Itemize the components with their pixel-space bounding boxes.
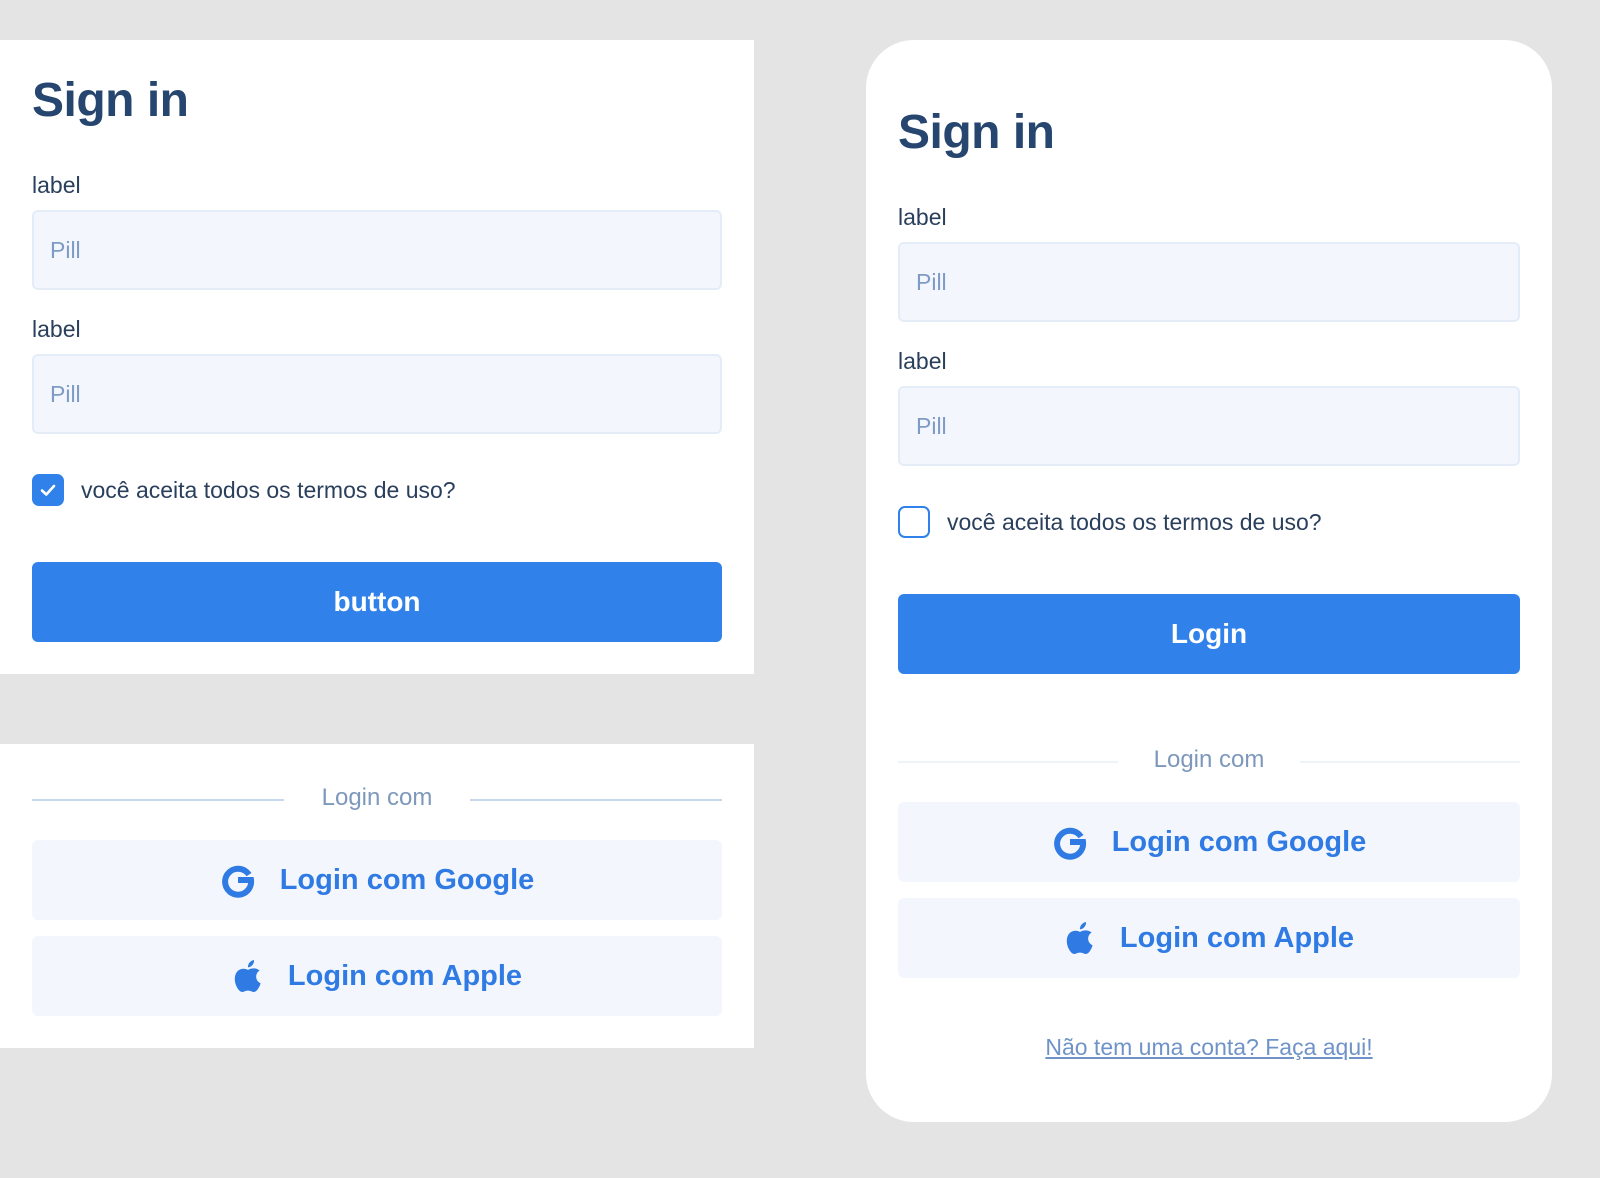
apple-login-button[interactable]: Login com Apple: [32, 936, 722, 1016]
right-signin-card: Sign in label label você aceita todos os…: [866, 40, 1552, 1122]
apple-icon: [1064, 921, 1096, 955]
checkmark-icon: [40, 484, 56, 496]
first-input[interactable]: [898, 242, 1520, 322]
field-label: label: [32, 172, 81, 198]
google-icon: [220, 862, 256, 898]
apple-login-label: Login com Apple: [1119, 921, 1355, 954]
login-button[interactable]: Login: [898, 594, 1520, 674]
terms-checkbox[interactable]: [32, 474, 64, 506]
login-divider: Login com: [32, 784, 722, 814]
terms-checkbox[interactable]: [898, 506, 930, 538]
field-label: label: [898, 204, 947, 230]
apple-login-label: Login com Apple: [287, 959, 523, 992]
terms-row: você aceita todos os termos de uso?: [32, 474, 456, 506]
terms-text: você aceita todos os termos de uso?: [81, 476, 456, 503]
google-login-button[interactable]: Login com Google: [32, 840, 722, 920]
terms-text: você aceita todos os termos de uso?: [947, 508, 1322, 535]
divider-text: Login com: [321, 784, 433, 811]
google-login-label: Login com Google: [279, 863, 535, 896]
google-icon: [1052, 824, 1088, 860]
divider-text: Login com: [1153, 746, 1265, 773]
first-input[interactable]: [32, 210, 722, 290]
left-social-panel: Login com Login com Google Login com App…: [0, 744, 754, 1048]
terms-row: você aceita todos os termos de uso?: [898, 506, 1322, 538]
field-label: label: [32, 316, 81, 342]
login-divider: Login com: [898, 746, 1520, 776]
apple-login-button[interactable]: Login com Apple: [898, 898, 1520, 978]
page-title: Sign in: [898, 106, 1055, 159]
field-label: label: [898, 348, 947, 374]
google-login-label: Login com Google: [1111, 825, 1367, 858]
second-input[interactable]: [898, 386, 1520, 466]
page-title: Sign in: [32, 74, 189, 127]
submit-button[interactable]: button: [32, 562, 722, 642]
second-input[interactable]: [32, 354, 722, 434]
google-login-button[interactable]: Login com Google: [898, 802, 1520, 882]
divider-line: [1300, 761, 1520, 763]
apple-icon: [232, 959, 264, 993]
signup-link[interactable]: Não tem uma conta? Faça aqui!: [866, 1034, 1552, 1061]
divider-line: [470, 799, 722, 801]
left-signin-panel: Sign in label label você aceita todos os…: [0, 40, 754, 674]
